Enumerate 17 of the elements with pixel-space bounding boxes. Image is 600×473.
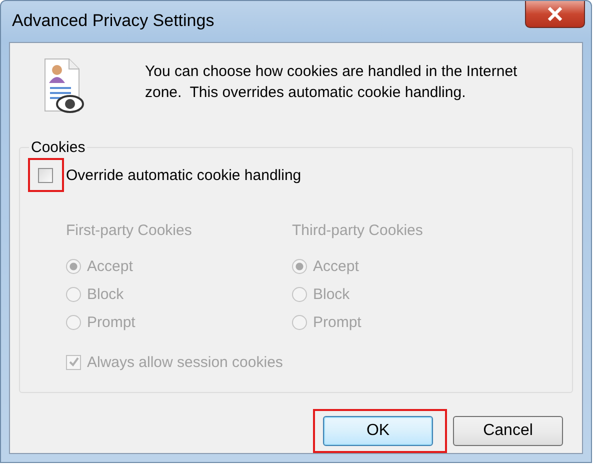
column-heading: First-party Cookies	[66, 222, 193, 239]
column-heading: Third-party Cookies	[292, 222, 424, 239]
dialog-button[interactable]: OK	[323, 416, 433, 446]
checkbox-label: Override automatic cookie handling	[66, 166, 302, 184]
close-icon	[547, 7, 563, 21]
dialog-button[interactable]: Cancel	[453, 416, 563, 446]
radio-label: Prompt	[313, 314, 362, 330]
close-button[interactable]	[525, 1, 585, 28]
radio-label: Accept	[313, 258, 359, 274]
radio-label: Block	[313, 286, 350, 302]
radio-label: Prompt	[87, 314, 136, 330]
radio-label: Block	[87, 286, 124, 302]
radio-label: Accept	[87, 258, 133, 274]
window-title: Advanced Privacy Settings	[12, 11, 214, 31]
checkbox-label: Always allow session cookies	[87, 354, 283, 370]
description-text: You can choose how cookies are handled in the Internet zone. This overrides automatic cookie handling.	[145, 62, 518, 103]
group-title: Cookies	[30, 139, 86, 156]
